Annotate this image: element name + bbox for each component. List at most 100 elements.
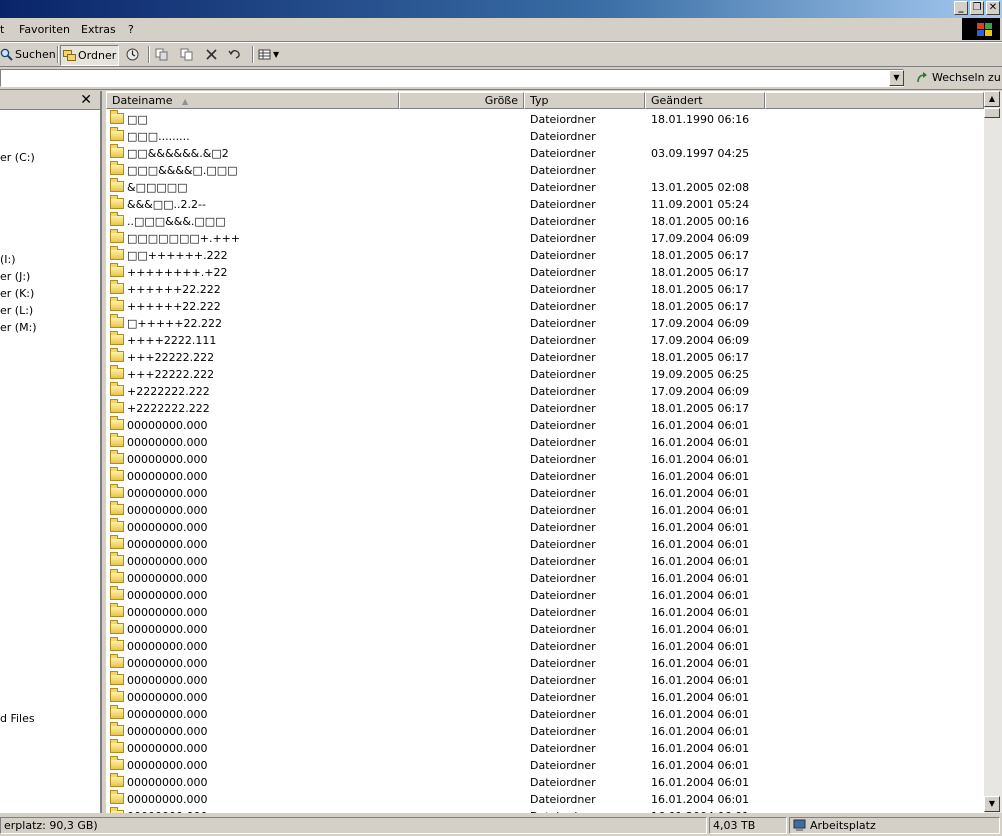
restore-button[interactable]: ❐ [970,1,984,15]
file-row[interactable]: 00000000.000 Dateiordner 16.01.2004 06:01 [106,433,984,451]
file-type: Dateiordner [530,674,596,687]
close-window-button[interactable]: ✕ [986,1,1000,15]
folder-icon [110,722,124,736]
scroll-up-button[interactable]: ▲ [984,91,1000,107]
file-row[interactable]: ++++++22.222 Dateiordner 18.01.2005 06:17 [106,280,984,298]
menu-item-extras[interactable]: Extras [81,23,116,36]
file-row[interactable]: 00000000.000 Dateiordner 16.01.2004 06:01 [106,790,984,808]
file-type: Dateiordner [530,521,596,534]
file-row[interactable]: 00000000.000 Dateiordner 16.01.2004 06:01 [106,620,984,638]
file-row[interactable]: +++22222.222 Dateiordner 19.09.2005 06:25 [106,365,984,383]
file-type: Dateiordner [530,351,596,364]
file-type: Dateiordner [530,164,596,177]
file-row[interactable]: 00000000.000 Dateiordner 16.01.2004 06:01 [106,467,984,485]
file-row[interactable]: +2222222.222 Dateiordner 17.09.2004 06:09 [106,382,984,400]
file-row[interactable]: 00000000.000 Dateiordner 16.01.2004 06:01 [106,416,984,434]
go-button[interactable]: Wechseln zu [916,71,1001,84]
delete-button[interactable] [205,45,218,64]
scroll-down-button[interactable]: ▼ [984,796,1000,812]
views-button[interactable]: ▼ [258,45,279,64]
file-row[interactable]: 00000000.000 Dateiordner 16.01.2004 06:01 [106,722,984,740]
file-row[interactable]: 00000000.000 Dateiordner 16.01.2004 06:01 [106,671,984,689]
file-name: 00000000.000 [127,419,208,432]
file-row[interactable]: ++++++++.+22 Dateiordner 18.01.2005 06:17 [106,263,984,281]
address-dropdown-button[interactable]: ▼ [889,70,904,86]
tree-item-drive-m[interactable]: er (M:) [0,321,37,334]
column-header-type[interactable]: Typ [524,92,645,109]
file-row[interactable]: □□ Dateiordner 18.01.1990 06:16 [106,110,984,128]
file-row[interactable]: 00000000.000 Dateiordner 16.01.2004 06:01 [106,569,984,587]
folder-pane-header: ✕ [0,91,100,110]
file-type: Dateiordner [530,725,596,738]
file-row[interactable]: ..□□□&&&.□□□ Dateiordner 18.01.2005 00:16 [106,212,984,230]
file-row[interactable]: &&&□□..2.2-- Dateiordner 11.09.2001 05:24 [106,195,984,213]
file-row[interactable]: 00000000.000 Dateiordner 16.01.2004 06:01 [106,501,984,519]
file-row[interactable]: 00000000.000 Dateiordner 16.01.2004 06:01 [106,552,984,570]
file-row[interactable]: □□&&&&&&.&□2 Dateiordner 03.09.1997 04:25 [106,144,984,162]
move-to-button[interactable] [155,45,168,64]
folder-icon [110,263,124,277]
copy-to-icon [180,48,193,61]
tree-item-drive-i[interactable]: (I:) [0,253,16,266]
file-row[interactable]: 00000000.000 Dateiordner 16.01.2004 06:01 [106,705,984,723]
file-row[interactable]: 00000000.000 Dateiordner 16.01.2004 06:01 [106,773,984,791]
file-row[interactable]: 00000000.000 Dateiordner 16.01.2004 06:01 [106,535,984,553]
copy-to-button[interactable] [180,45,193,64]
file-row[interactable]: □□++++++.222 Dateiordner 18.01.2005 06:17 [106,246,984,264]
file-modified: 18.01.2005 06:17 [651,283,750,296]
tree-item-drive-c[interactable]: er (C:) [0,151,35,164]
folder-icon [110,484,124,498]
file-row[interactable]: □+++++22.222 Dateiordner 17.09.2004 06:09 [106,314,984,332]
search-button[interactable]: Suchen [0,45,56,64]
tree-item-drive-j[interactable]: er (J:) [0,270,30,283]
file-modified: 16.01.2004 06:01 [651,555,750,568]
file-row[interactable]: ++++++22.222 Dateiordner 18.01.2005 06:17 [106,297,984,315]
tree-item-drive-l[interactable]: er (L:) [0,304,33,317]
menu-item-favorites[interactable]: Favoriten [19,23,70,36]
file-name: □+++++22.222 [127,317,222,330]
folders-button[interactable]: Ordner [60,45,120,66]
file-type: Dateiordner [530,555,596,568]
file-row[interactable]: 00000000.000 Dateiordner 16.01.2004 06:01 [106,688,984,706]
menu-item-file[interactable]: t [0,23,4,36]
column-header-size[interactable]: Größe [399,92,524,109]
vertical-scrollbar[interactable]: ▲ ▼ [984,91,1002,813]
folder-icon [110,331,124,345]
file-row[interactable]: +++22222.222 Dateiordner 18.01.2005 06:17 [106,348,984,366]
file-name: 00000000.000 [127,759,208,772]
menu-item-help[interactable]: ? [128,23,134,36]
close-pane-icon[interactable]: ✕ [80,92,92,108]
file-row[interactable]: +2222222.222 Dateiordner 18.01.2005 06:17 [106,399,984,417]
file-name: 00000000.000 [127,504,208,517]
tree-item-shared-files[interactable]: d Files [0,712,35,725]
search-icon [0,48,13,61]
file-type: Dateiordner [530,623,596,636]
file-row[interactable]: 00000000.000 Dateiordner 16.01.2004 06:01 [106,739,984,757]
file-row[interactable]: 00000000.000 Dateiordner 16.01.2004 06:01 [106,603,984,621]
title-bar: _ ❐ ✕ [0,0,1002,18]
file-row[interactable]: ++++2222.111 Dateiordner 17.09.2004 06:09 [106,331,984,349]
history-button[interactable] [126,45,139,64]
file-row[interactable]: 00000000.000 Dateiordner 16.01.2004 06:01 [106,637,984,655]
file-row[interactable]: □□□□□□□+.+++ Dateiordner 17.09.2004 06:09 [106,229,984,247]
file-row[interactable]: □□□......... Dateiordner [106,127,984,145]
file-row[interactable]: 00000000.000 Dateiordner 16.01.2004 06:01 [106,518,984,536]
file-row[interactable]: 00000000.000 Dateiordner 16.01.2004 06:01 [106,654,984,672]
file-row[interactable]: 00000000.000 Dateiordner 16.01.2004 06:01 [106,756,984,774]
address-input[interactable] [0,69,904,87]
scroll-thumb[interactable] [984,108,1000,118]
tree-item-drive-k[interactable]: er (K:) [0,287,34,300]
file-row[interactable]: 00000000.000 Dateiordner 16.01.2004 06:01 [106,807,984,813]
column-header-name[interactable]: Dateiname ▲ [106,92,399,109]
file-row[interactable]: 00000000.000 Dateiordner 16.01.2004 06:01 [106,586,984,604]
file-name: ++++++++.+22 [127,266,228,279]
column-header-modified[interactable]: Geändert [645,92,765,109]
file-type: Dateiordner [530,810,596,813]
file-row[interactable]: 00000000.000 Dateiordner 16.01.2004 06:01 [106,450,984,468]
file-row[interactable]: &□□□□□ Dateiordner 13.01.2005 02:08 [106,178,984,196]
file-row[interactable]: □□□&&&&□.□□□ Dateiordner [106,161,984,179]
file-row[interactable]: 00000000.000 Dateiordner 16.01.2004 06:01 [106,484,984,502]
undo-button[interactable] [228,45,241,64]
minimize-button[interactable]: _ [954,1,968,15]
go-arrow-icon [917,72,927,83]
